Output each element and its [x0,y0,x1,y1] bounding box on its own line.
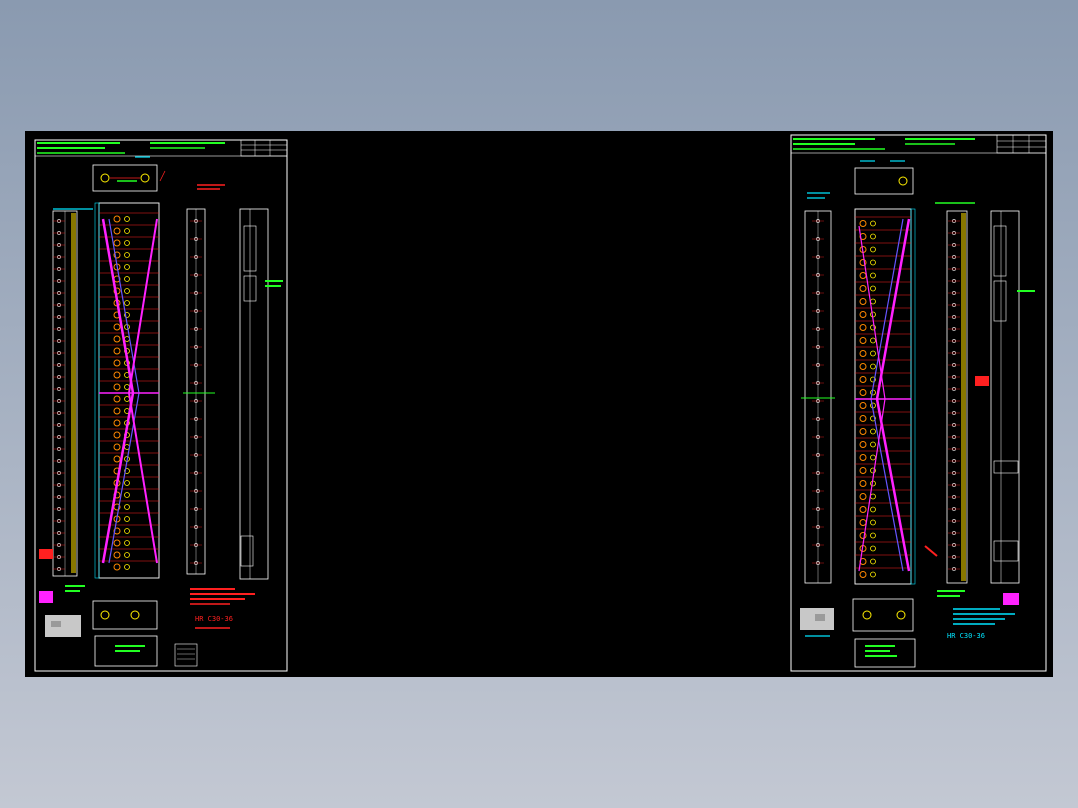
plate-hole [113,551,121,559]
plate-hole [124,264,130,270]
plate-hole [859,350,867,357]
plate-hole [113,335,121,343]
left-column-a [52,210,78,577]
plate-hole [870,519,876,526]
plate-hole [113,563,121,571]
plate-hole [113,323,121,331]
plate-hole [124,564,130,570]
plate-hole [859,571,867,578]
right-sheet-border [790,134,1047,672]
plate-hole [124,216,130,222]
plate-hole [859,272,867,279]
right-top-detail [854,160,914,195]
plate-hole [870,506,876,513]
left-top-detail [92,156,166,192]
plate-hole [859,376,867,383]
plate-hole [859,402,867,409]
right-title-block [790,134,1047,154]
plate-hole [124,252,130,258]
plate-hole [859,415,867,422]
plate-hole [859,493,867,500]
plate-hole [113,455,121,463]
plate-hole [870,220,876,227]
right-main-plate [854,208,916,585]
plate-hole [870,454,876,461]
plate-hole [859,389,867,396]
left-main-plate [94,202,160,579]
plate-hole [124,504,130,510]
plate-hole [870,285,876,292]
plate-hole [870,337,876,344]
plate-hole [870,558,876,565]
right-column-a [801,210,835,584]
plate-hole [870,493,876,500]
plate-hole [859,454,867,461]
plate-hole [113,347,121,355]
right-sheet: HR C30-36 [790,134,1047,672]
left-sheet: HR C30-36 [34,139,288,672]
left-part-label: HR C30-36 [195,615,233,623]
left-side-profile [239,208,283,580]
plate-hole [124,540,130,546]
plate-hole [124,288,130,294]
plate-hole [124,528,130,534]
right-column-b [946,210,989,584]
plate-hole [870,233,876,240]
plate-hole [859,220,867,227]
plate-hole [870,428,876,435]
right-part-label: HR C30-36 [947,632,985,640]
plate-hole [859,467,867,474]
plate-hole [870,246,876,253]
plate-hole [870,532,876,539]
plate-hole [124,240,130,246]
plate-hole [859,337,867,344]
plate-hole [870,441,876,448]
plate-hole [859,311,867,318]
plate-hole [870,272,876,279]
plate-hole [859,428,867,435]
drawing-canvas: HR C30-36 HR C30-36 [34,134,1047,672]
plate-hole [113,359,121,367]
plate-hole [124,552,130,558]
plate-hole [124,492,130,498]
left-title-block [34,139,288,157]
plate-hole [859,298,867,305]
plate-hole [859,519,867,526]
plate-hole [113,227,121,235]
plate-hole [113,383,121,391]
left-column-b [183,208,215,575]
plate-hole [113,395,121,403]
right-side-profile [990,210,1035,605]
plate-hole [870,350,876,357]
plate-hole [859,480,867,487]
plate-hole [124,480,130,486]
plate-hole [870,363,876,370]
plate-hole [859,324,867,331]
plate-hole [113,539,121,547]
plate-hole [124,228,130,234]
plate-hole [113,215,121,223]
plate-hole [859,441,867,448]
plate-hole [124,276,130,282]
plate-hole [113,419,121,427]
plate-hole [870,298,876,305]
plate-hole [859,363,867,370]
plate-hole [113,239,121,247]
plate-hole [124,300,130,306]
plate-hole [113,371,121,379]
plate-hole [113,407,121,415]
plate-hole [113,431,121,439]
plate-hole [859,285,867,292]
plate-hole [113,443,121,451]
plate-hole [870,571,876,578]
plate-hole [859,506,867,513]
plate-hole [870,259,876,266]
cad-viewport[interactable]: HR C30-36 HR C30-36 [25,131,1053,677]
plate-hole [870,545,876,552]
plate-hole [124,516,130,522]
